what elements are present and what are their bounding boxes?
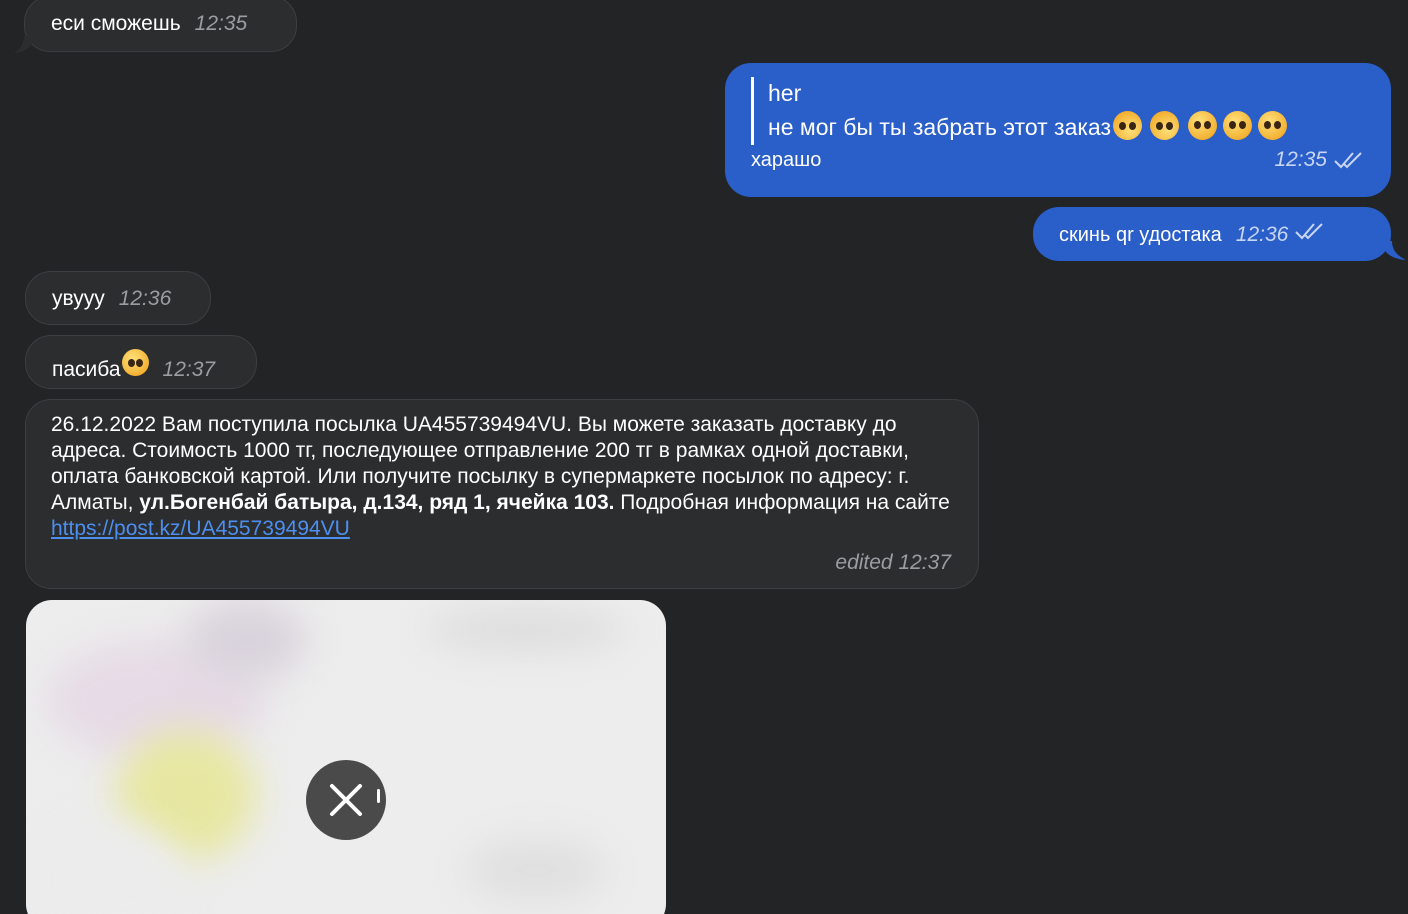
pleading-face-icon (121, 349, 149, 376)
message-incoming[interactable]: еси сможешь 12:35 (24, 0, 297, 52)
pleading-face-icon (1188, 111, 1218, 140)
bubble-tail (1382, 241, 1406, 260)
image-message[interactable] (26, 600, 666, 914)
message-text: скинь qr удостака (1059, 224, 1222, 246)
message-incoming-long[interactable]: 26.12.2022 Вам поступила посылка UA45573… (25, 399, 979, 589)
message-time: 12:35 (194, 12, 248, 35)
message-time: 12:35 (1274, 148, 1327, 171)
read-double-check-icon (1295, 223, 1324, 240)
message-text: Подробная информация на сайте (614, 491, 950, 514)
cancel-download-button[interactable] (306, 760, 386, 840)
pleading-face-icon (1223, 111, 1253, 140)
bubble-tail (14, 36, 34, 53)
blurred-image (466, 840, 606, 900)
message-text: увууу (52, 287, 105, 310)
message-text: харашо (751, 149, 822, 171)
message-incoming[interactable]: пасиба 12:37 (25, 335, 257, 389)
close-icon (330, 784, 362, 816)
chat-area[interactable]: еси сможешь 12:35 her не мог бы ты забра… (0, 0, 1408, 914)
message-incoming[interactable]: увууу 12:36 (25, 271, 211, 325)
message-text: пасиба (52, 358, 121, 381)
tracking-link[interactable]: https://post.kz/UA455739494VU (51, 517, 350, 540)
upside-down-face-icon (1150, 111, 1180, 140)
message-outgoing-reply[interactable]: her не мог бы ты забрать этот заказ хара… (725, 63, 1391, 197)
blurred-image (186, 600, 306, 680)
message-body: 26.12.2022 Вам поступила посылка UA45573… (51, 412, 951, 542)
reply-text-row: не мог бы ты забрать этот заказ (768, 109, 1365, 145)
message-time: 12:36 (118, 287, 172, 310)
reply-quote[interactable]: her не мог бы ты забрать этот заказ (751, 77, 1365, 145)
blurred-image (426, 610, 626, 650)
progress-arc (377, 789, 380, 803)
upside-down-face-icon (1113, 111, 1143, 140)
message-time: edited 12:37 (835, 551, 951, 574)
message-time: 12:36 (1235, 223, 1289, 246)
pleading-face-icon (1258, 111, 1288, 140)
reply-text: не мог бы ты забрать этот заказ (768, 114, 1112, 140)
message-bold-address: ул.Богенбай батыра, д.134, ряд 1, ячейка… (139, 491, 615, 514)
message-text: еси сможешь (51, 12, 181, 35)
message-outgoing[interactable]: скинь qr удостака 12:36 (1033, 207, 1391, 261)
read-double-check-icon (1334, 152, 1362, 169)
message-time: 12:37 (162, 358, 216, 381)
reply-author: her (768, 80, 802, 106)
